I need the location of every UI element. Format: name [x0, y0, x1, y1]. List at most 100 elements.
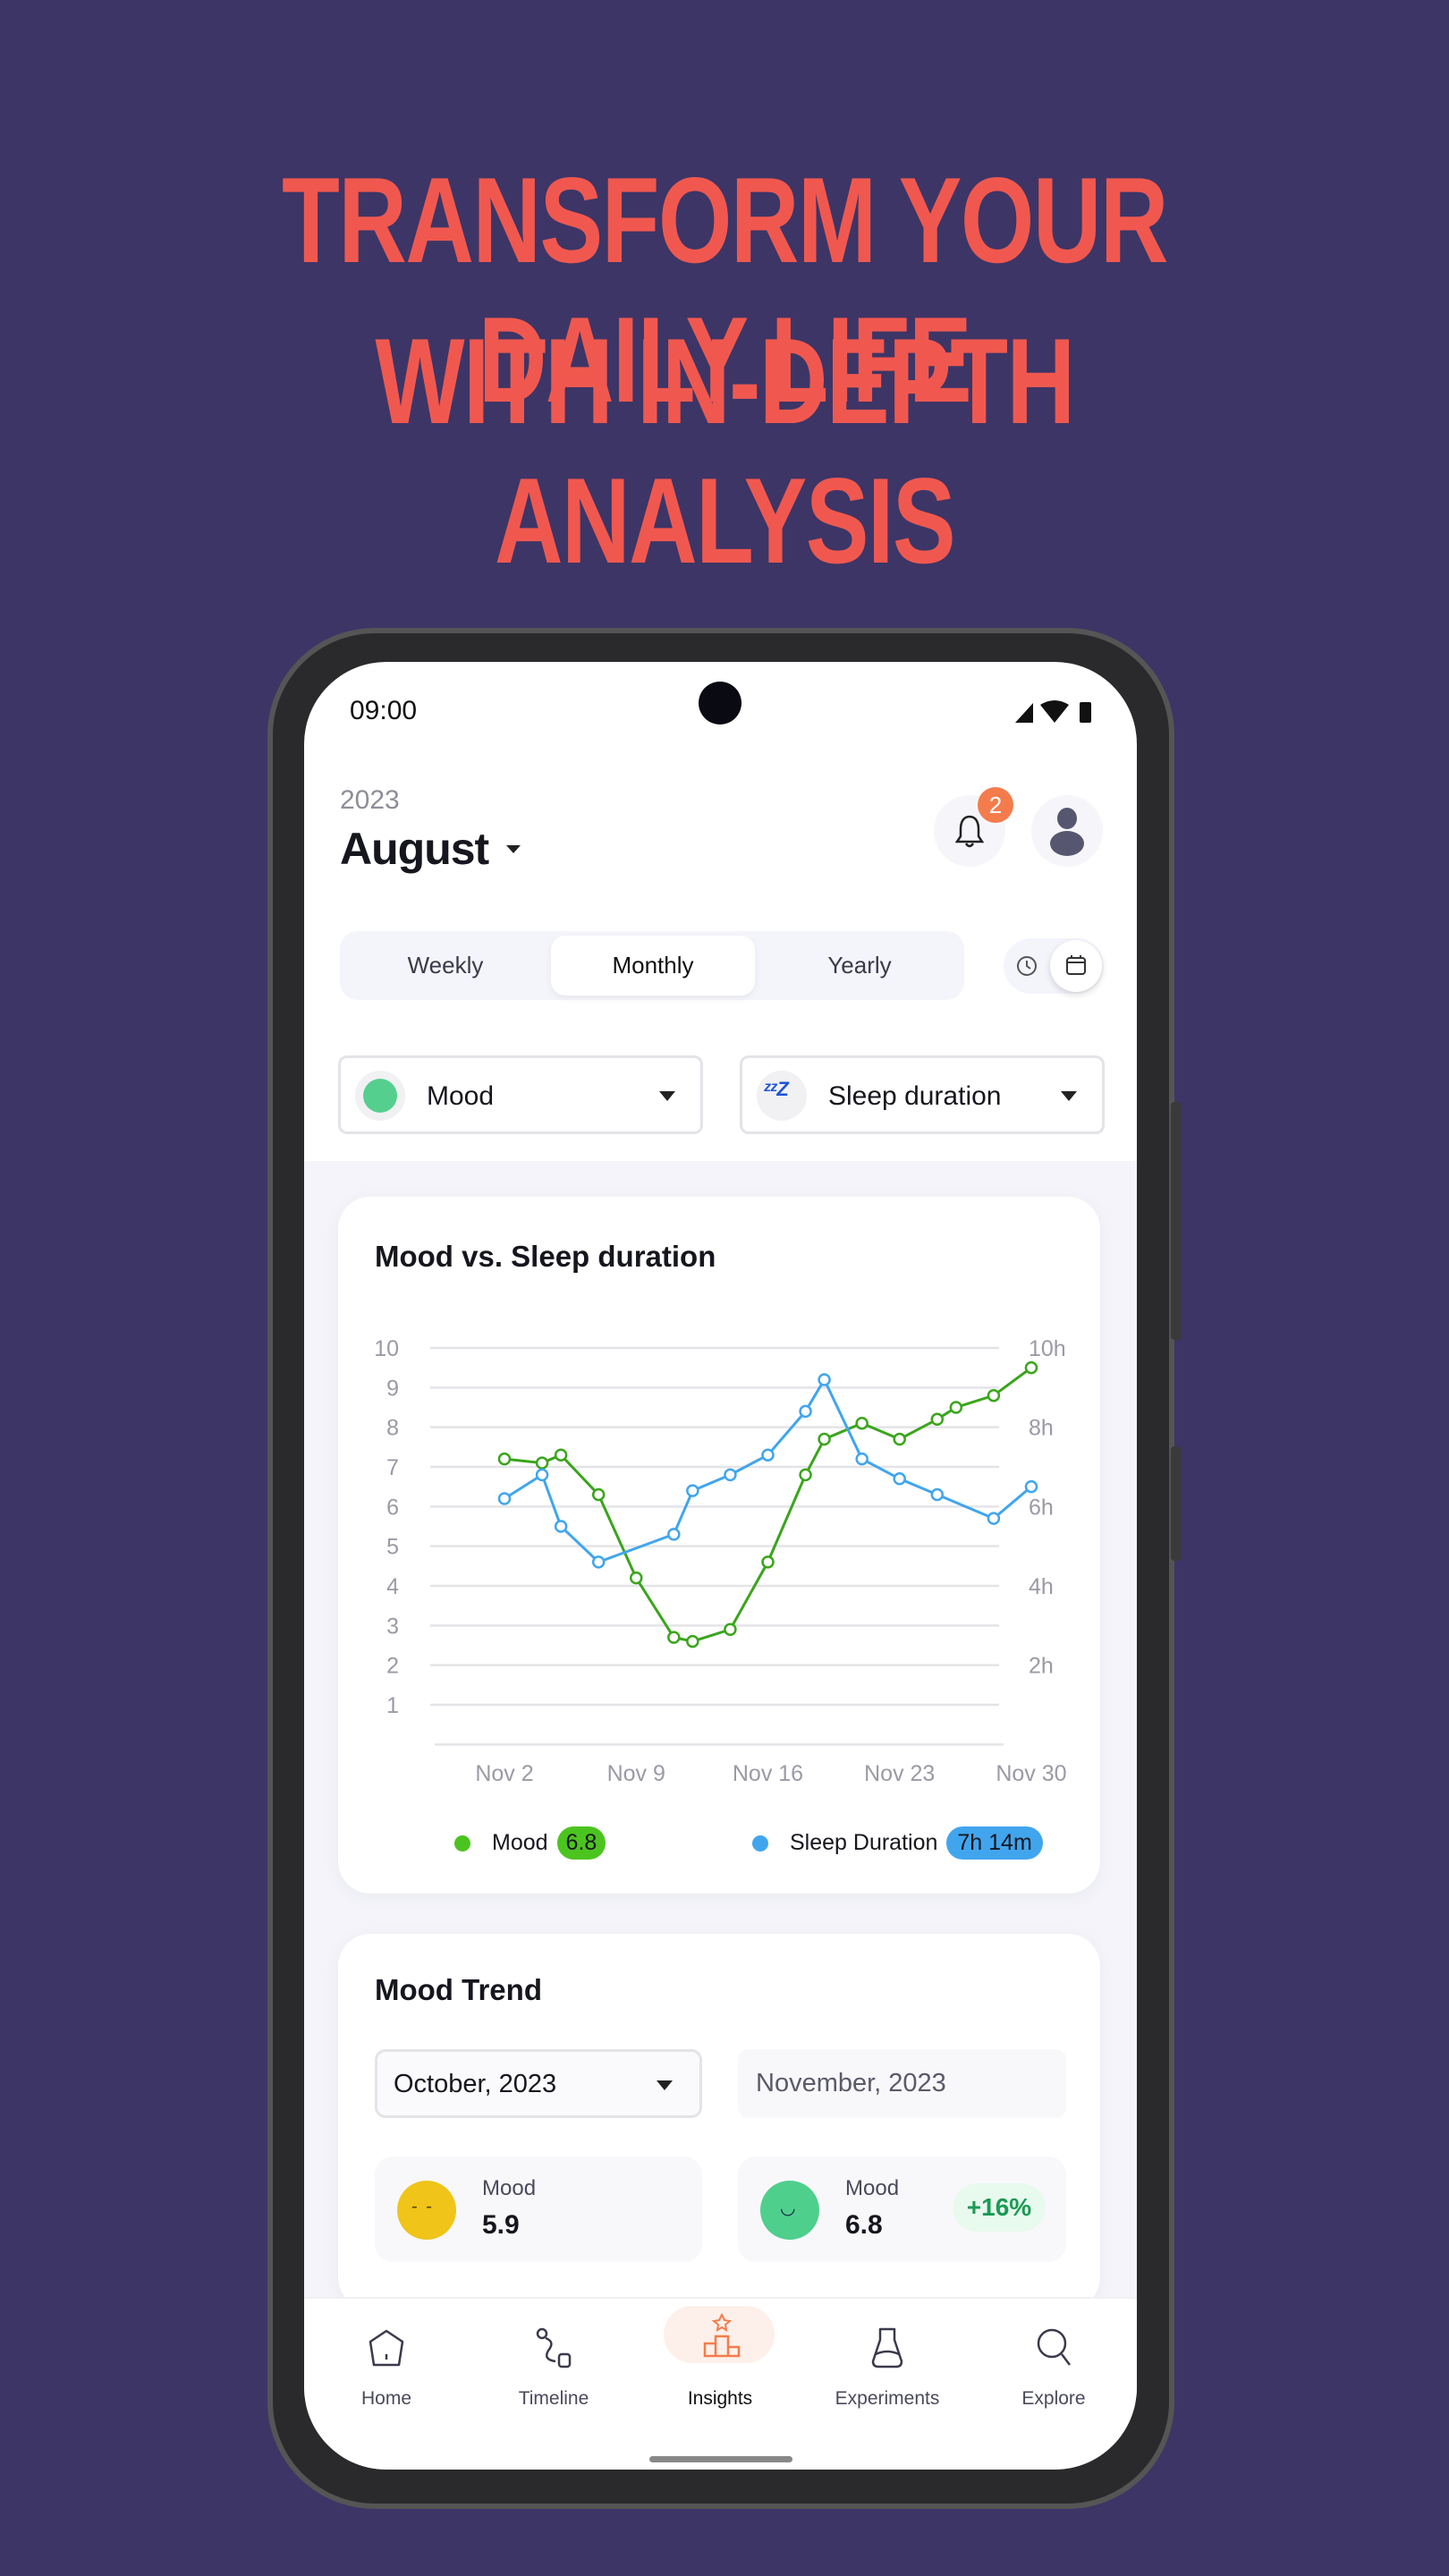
metric-select-label: Sleep duration: [828, 1081, 1002, 1111]
data-point: [855, 1452, 869, 1466]
profile-button[interactable]: [1031, 795, 1103, 867]
period-a-label: October, 2023: [394, 2070, 557, 2098]
home-icon: [369, 2329, 404, 2367]
mood-stat-november: ◡ Mood 6.8 +16%: [738, 2157, 1066, 2262]
period-tabs: Weekly Monthly Yearly: [340, 931, 964, 1000]
nav-home[interactable]: Home: [319, 2306, 453, 2449]
year-label: 2023: [340, 785, 400, 815]
metric-select-label: Mood: [427, 1081, 495, 1111]
month-label: August: [340, 824, 489, 874]
y-left-tick-label: 5: [386, 1535, 399, 1560]
bell-icon: [955, 815, 984, 848]
data-point: [893, 1432, 906, 1446]
search-icon: [1037, 2328, 1071, 2366]
camera-cutout: [699, 682, 741, 724]
power-button: [1171, 1446, 1182, 1561]
nav-label: Timeline: [518, 2388, 589, 2409]
nav-label: Explore: [1021, 2388, 1086, 2409]
x-tick-label: Nov 30: [996, 1761, 1066, 1786]
nav-insights[interactable]: Insights: [653, 2306, 787, 2449]
data-point: [893, 1472, 906, 1486]
data-point: [724, 1623, 737, 1637]
data-point: [818, 1373, 831, 1386]
period-b-label: November, 2023: [756, 2069, 946, 2097]
data-point: [761, 1448, 775, 1462]
stat-label: Mood: [482, 2176, 537, 2200]
data-point: [987, 1512, 1001, 1525]
y-left-tick-label: 10: [374, 1336, 399, 1361]
nav-explore[interactable]: Explore: [987, 2306, 1121, 2449]
chevron-down-icon: [1061, 1091, 1077, 1101]
mood-stat-october: - - Mood 5.9: [375, 2157, 702, 2262]
tab-yearly[interactable]: Yearly: [755, 931, 964, 1000]
data-point: [591, 1555, 606, 1569]
y-right-tick-label: 2h: [1029, 1654, 1054, 1679]
y-left-tick-label: 4: [386, 1574, 399, 1599]
data-point: [949, 1401, 963, 1414]
legend-mood: Mood 6.8: [454, 1826, 606, 1860]
data-point: [987, 1388, 1001, 1402]
line-chart: 10 9 8 7 6 5 4 3 2 1 10h 8h 6h 4h 2h Nov 2 Nov 9 Nov 16 No…: [374, 1336, 1066, 1786]
clock-icon[interactable]: [1016, 955, 1038, 977]
nav-experiments[interactable]: Experiments: [820, 2306, 954, 2449]
status-time: 09:00: [350, 696, 418, 725]
data-point: [667, 1631, 681, 1644]
data-point: [497, 1492, 512, 1505]
legend-dot-sleep: [752, 1835, 768, 1852]
x-tick-label: Nov 2: [475, 1761, 533, 1786]
data-point: [799, 1404, 812, 1419]
chevron-down-icon: [657, 2080, 673, 2090]
y-right-tick-label: 4h: [1029, 1574, 1054, 1599]
data-point: [1024, 1479, 1038, 1494]
wifi-icon: [1040, 700, 1069, 723]
y-left-tick-label: 8: [386, 1416, 399, 1441]
data-point: [667, 1528, 681, 1541]
notification-badge: 2: [978, 787, 1013, 823]
stat-label: Mood: [845, 2176, 900, 2200]
nav-timeline[interactable]: Timeline: [487, 2306, 621, 2449]
data-point: [818, 1432, 831, 1446]
y-right-tick-label: 10h: [1029, 1336, 1066, 1361]
data-point: [591, 1487, 606, 1502]
chevron-down-icon: [659, 1091, 675, 1101]
chart-card: Mood vs. Sleep duration 10 9 8 7 6 5 4 3 2 1 10h 8h…: [338, 1197, 1100, 1894]
nav-label: Insights: [687, 2388, 753, 2409]
x-tick-label: Nov 23: [864, 1761, 935, 1786]
tab-weekly[interactable]: Weekly: [340, 931, 551, 1000]
data-point: [930, 1487, 945, 1502]
phone-screen: 09:00 2023 August 2 Weekly Monthly Yearl…: [304, 662, 1137, 2470]
y-left-tick-label: 9: [386, 1376, 399, 1401]
notifications-button[interactable]: 2: [934, 787, 1013, 867]
stat-value: 5.9: [482, 2210, 520, 2240]
y-left-tick-label: 2: [386, 1654, 399, 1679]
signal-icon: [1015, 703, 1033, 723]
period-a-select[interactable]: October, 2023: [375, 2049, 702, 2118]
data-point: [535, 1456, 549, 1470]
data-point: [686, 1634, 699, 1648]
calendar-toggle[interactable]: [1050, 940, 1102, 992]
data-point: [535, 1468, 549, 1482]
tab-monthly[interactable]: Monthly: [551, 936, 755, 996]
home-indicator[interactable]: [649, 2456, 792, 2462]
status-icons: [1015, 700, 1091, 723]
data-point: [724, 1468, 737, 1482]
month-selector[interactable]: August: [340, 823, 521, 875]
avatar-icon: [1050, 808, 1084, 856]
x-tick-label: Nov 16: [733, 1761, 803, 1786]
data-point: [554, 1520, 568, 1533]
neutral-face-icon: - -: [397, 2181, 456, 2240]
metric-select-sleep[interactable]: ᶻᶻZ Sleep duration: [740, 1055, 1105, 1134]
data-point: [497, 1452, 512, 1466]
data-point: [761, 1555, 775, 1569]
mood-trend-title: Mood Trend: [375, 1973, 542, 2006]
y-left-tick-label: 3: [386, 1614, 399, 1639]
metric-select-mood[interactable]: Mood: [338, 1055, 703, 1134]
battery-icon: [1080, 702, 1091, 723]
y-left-tick-label: 6: [386, 1495, 399, 1520]
volume-button: [1171, 1102, 1182, 1340]
legend-sleep: Sleep Duration 7h 14m: [752, 1826, 1043, 1860]
data-point: [799, 1468, 812, 1482]
data-point: [930, 1412, 945, 1427]
period-b-field[interactable]: November, 2023: [738, 2049, 1066, 2118]
change-badge: +16%: [953, 2183, 1046, 2232]
